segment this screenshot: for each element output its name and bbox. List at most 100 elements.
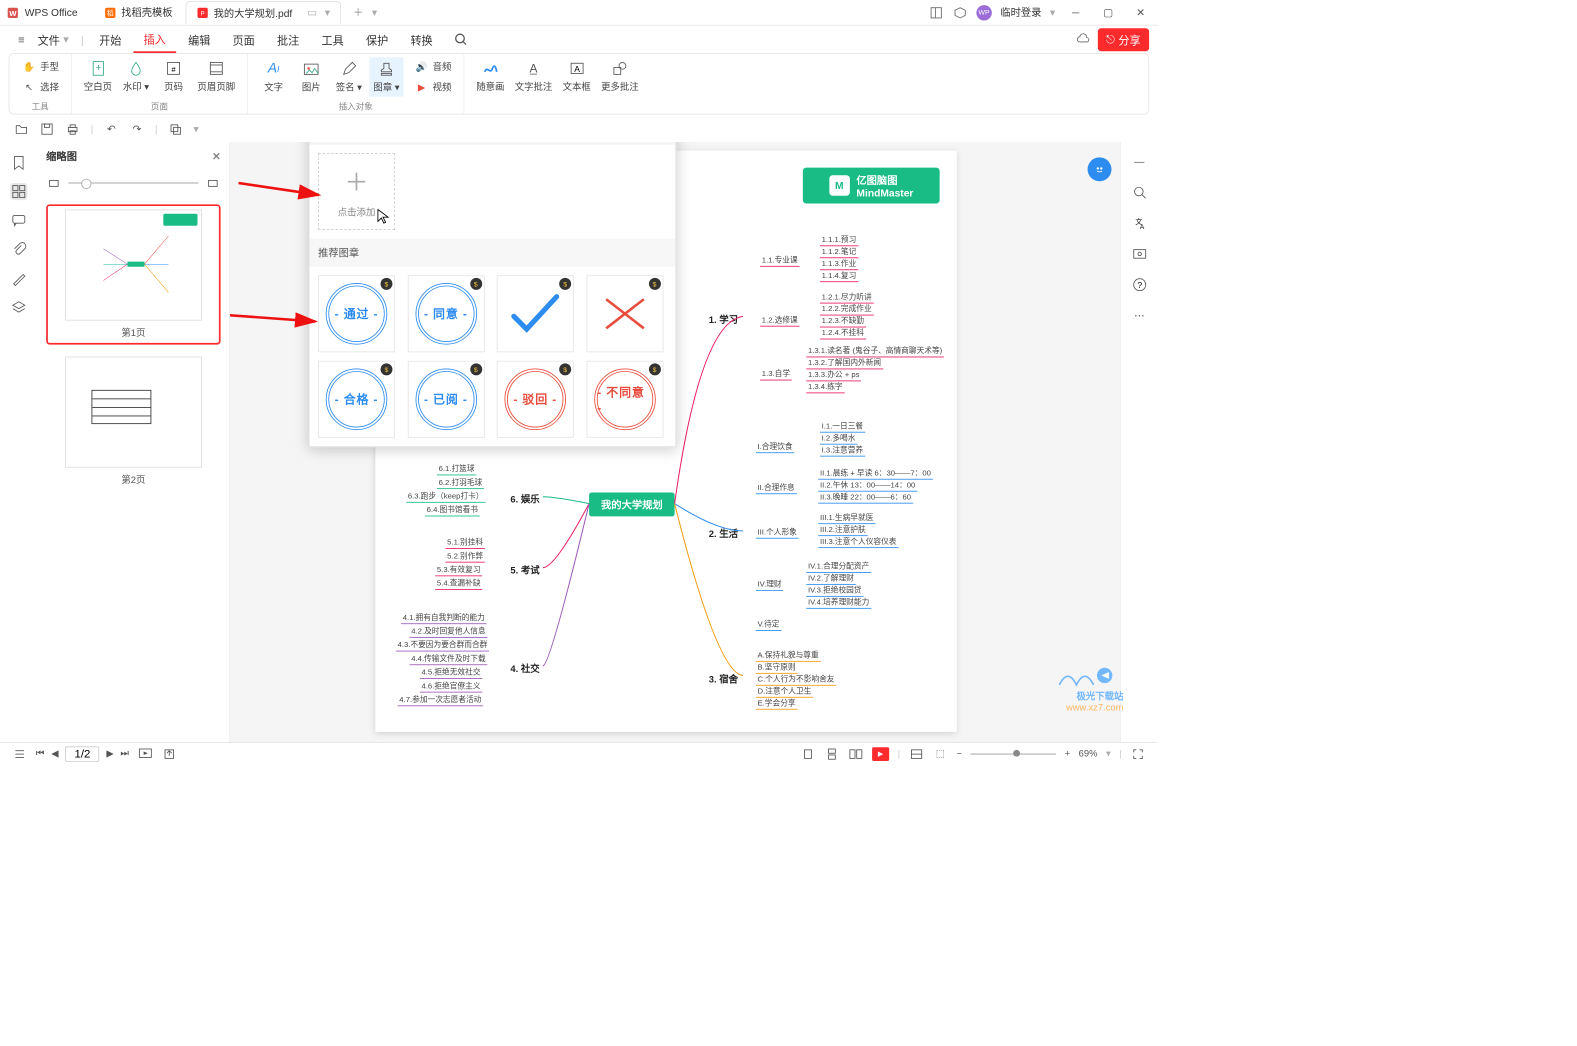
hamburger-icon[interactable]: ≡ [14,32,29,47]
stamp-reject[interactable]: $驳回 [497,361,574,438]
text-annot-icon: A̲ [524,59,543,78]
ai-badge[interactable] [1088,157,1112,181]
maximize-button[interactable]: ▢ [1096,3,1120,22]
help-icon[interactable]: ? [1132,277,1147,292]
hand-tool[interactable]: ✋手型 [18,57,62,76]
tab-overflow-icon[interactable]: ▭ [304,5,319,20]
thumb-zoom-slider[interactable] [68,182,198,184]
more-icon[interactable]: ⋯ [1132,308,1147,323]
menu-protect[interactable]: 保护 [356,27,399,52]
toc-icon[interactable] [12,746,27,761]
attachment-icon[interactable] [10,241,27,258]
stamp-disagree[interactable]: $不同意 [586,361,663,438]
stamp-qualified[interactable]: $合格 [318,361,395,438]
sign-button[interactable]: 签名 ▾ [332,57,366,96]
vip-badge-icon: $ [470,363,482,375]
next-page-icon[interactable]: ▶ [106,748,113,759]
zoom-in-icon[interactable]: + [1065,749,1071,759]
bookmark-icon[interactable] [10,154,27,171]
watermark-button[interactable]: 水印 ▾ [119,57,153,95]
undo-icon[interactable]: ↶ [104,121,119,136]
stamp-button[interactable]: 图章 ▾ [369,57,403,96]
app-logo: W [5,5,20,20]
menu-start[interactable]: 开始 [89,27,132,52]
minus-icon[interactable]: — [1132,154,1147,169]
tab-document[interactable]: P 我的大学规划.pdf ▭ ▾ [185,1,341,25]
cloud-icon[interactable] [1075,32,1090,47]
thumbnail-page-2[interactable]: 第2页 [46,351,220,491]
menu-page[interactable]: 页面 [222,27,265,52]
image-button[interactable]: 图片 [294,57,328,96]
view-single-icon[interactable] [800,746,815,761]
menu-edit[interactable]: 编辑 [178,27,221,52]
print-icon[interactable] [65,121,80,136]
page-input[interactable] [65,746,99,761]
user-avatar[interactable]: WP [976,5,991,20]
open-icon[interactable] [14,121,29,136]
blank-page-button[interactable]: +空白页 [80,57,115,95]
last-page-icon[interactable]: ⏭ [120,748,128,759]
search-icon[interactable] [453,32,468,47]
panel-close-icon[interactable]: ✕ [212,150,221,162]
view-twopage-icon[interactable] [848,746,863,761]
menu-file[interactable]: 文件▾ [31,28,76,51]
search-icon[interactable] [1132,185,1147,200]
zoom-out-thumb-icon[interactable] [46,175,61,190]
page-plus-icon: + [88,59,107,78]
select-tool[interactable]: ↖选择 [18,78,62,97]
pageno-button[interactable]: #页码 [156,57,190,95]
fullscreen-icon[interactable] [1130,746,1145,761]
zoom-label[interactable]: 69% [1079,749,1098,759]
textnote-button[interactable]: A̲文字批注 [511,57,555,95]
cube-icon[interactable] [952,5,967,20]
close-button[interactable]: ✕ [1129,3,1153,22]
menu-insert[interactable]: 插入 [133,26,176,53]
menu-tools[interactable]: 工具 [311,27,354,52]
share-button[interactable]: ⎋分享 [1098,28,1150,51]
video-button[interactable]: ▶视频 [410,78,454,97]
stamp-read[interactable]: $已阅 [407,361,484,438]
textbox-icon: A [567,59,586,78]
zoom-in-thumb-icon[interactable] [205,175,220,190]
menu-annotate[interactable]: 批注 [267,27,310,52]
thumbnail-page-1[interactable]: 第1页 [46,204,220,344]
login-label[interactable]: 临时登录 [1000,5,1041,20]
copy-icon[interactable] [168,121,183,136]
freehand-button[interactable]: 随意画 [473,57,508,95]
screenshot-icon[interactable] [1132,246,1147,261]
document-viewer[interactable]: M 亿图脑图MindMaster 我的大学规划 1. 学习 2. 生活 3. 宿… [230,142,1120,758]
zoom-out-icon[interactable]: − [956,749,962,759]
present-icon[interactable] [137,746,152,761]
speaker-icon: 🔊 [414,59,429,74]
stamp-cross[interactable]: $ [586,275,663,352]
save-icon[interactable] [39,121,54,136]
fit-page-icon[interactable]: ⬚ [933,746,948,761]
first-page-icon[interactable]: ⏮ [36,748,44,759]
group-insert: 插入对象 [257,99,455,112]
highlighter-icon[interactable] [10,270,27,287]
export-icon[interactable] [161,746,176,761]
tab-menu-dropdown[interactable]: ▾ [372,6,377,18]
redo-icon[interactable]: ↷ [129,121,144,136]
prev-page-icon[interactable]: ◀ [51,748,58,759]
menu-convert[interactable]: 转换 [400,27,443,52]
more-annot-button[interactable]: 更多批注 [598,57,642,95]
new-tab-button[interactable]: ＋ [348,2,369,23]
tab-templates[interactable]: 稻 找稻壳模板 [93,0,184,24]
audio-button[interactable]: 🔊音频 [410,57,454,76]
textbox-button[interactable]: A文本框 [559,57,594,95]
headerfooter-button[interactable]: 页眉页脚 [194,57,238,95]
zoom-slider[interactable] [971,753,1057,755]
tab-menu-icon[interactable]: ▾ [325,7,330,19]
minimize-button[interactable]: ─ [1064,3,1088,22]
text-button[interactable]: AI文字 [257,57,291,96]
thumbnails-panel: 缩略图 ✕ 第1页 第2页 [38,142,230,758]
fit-width-icon[interactable] [909,746,924,761]
view-continuous-icon[interactable] [824,746,839,761]
layers-icon[interactable] [10,299,27,316]
thumbnails-icon[interactable] [10,183,27,200]
panel-icon[interactable] [928,5,943,20]
translate-icon[interactable]: 文A [1132,215,1147,230]
reading-progress-button[interactable]: ▶ [872,747,889,761]
comment-icon[interactable] [10,212,27,229]
